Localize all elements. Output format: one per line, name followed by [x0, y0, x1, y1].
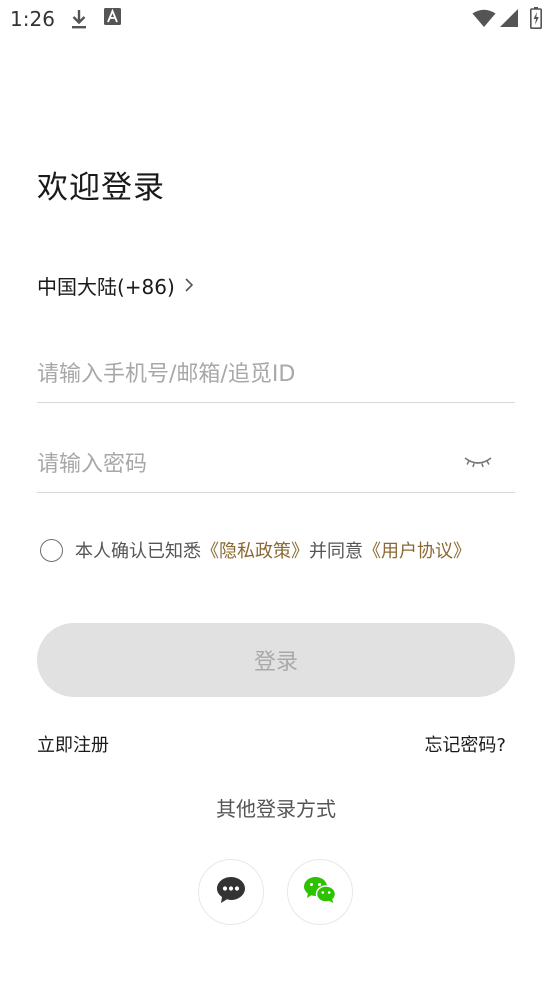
account-field — [37, 347, 515, 403]
agreement-row: 本人确认已知悉 《隐私政策》 并同意 《用户协议》 — [40, 537, 471, 563]
wechat-icon — [303, 876, 337, 908]
region-selector[interactable]: 中国大陆(+86) — [37, 271, 193, 299]
wechat-login-button[interactable] — [287, 859, 353, 925]
page-title: 欢迎登录 — [37, 170, 165, 206]
status-time: 1:26 — [10, 7, 55, 31]
corner-mark — [0, 976, 8, 983]
eye-closed-icon[interactable] — [463, 451, 493, 477]
password-input[interactable] — [37, 437, 457, 492]
agree-checkbox[interactable] — [40, 538, 63, 562]
register-link[interactable]: 立即注册 — [37, 731, 109, 757]
other-login-title: 其他登录方式 — [216, 797, 336, 821]
account-input[interactable] — [37, 347, 515, 402]
wifi-icon — [472, 9, 496, 31]
a-icon — [104, 8, 121, 29]
region-label: 中国大陆(+86) — [37, 274, 175, 299]
download-icon — [70, 8, 88, 34]
login-button[interactable]: 登录 — [37, 623, 515, 697]
message-bubble-icon — [216, 876, 246, 908]
agreement-middle: 并同意 — [309, 541, 363, 562]
status-bar: 1:26 — [0, 0, 552, 38]
signal-icon — [500, 9, 518, 31]
chevron-right-icon — [185, 278, 193, 292]
privacy-policy-link[interactable]: 《隐私政策》 — [201, 537, 309, 563]
forgot-password-link[interactable]: 忘记密码? — [424, 731, 506, 757]
password-field — [37, 437, 515, 493]
agreement-prefix: 本人确认已知悉 — [75, 541, 201, 562]
battery-icon — [530, 7, 542, 33]
sms-login-button[interactable] — [198, 859, 264, 925]
user-agreement-link[interactable]: 《用户协议》 — [363, 537, 471, 563]
login-screen: 1:26 欢迎登录 中国大陆(+86) 请输入手机号/邮箱/追觅ID 本人确认已… — [0, 0, 552, 983]
